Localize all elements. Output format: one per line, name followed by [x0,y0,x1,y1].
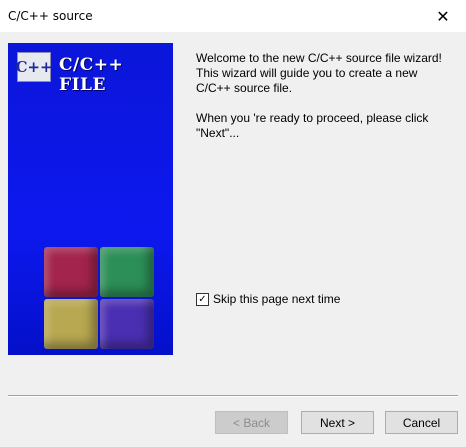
red-cube [44,247,98,297]
green-cube [100,247,154,297]
skip-page-checkbox[interactable]: ✓ [196,292,209,306]
yellow-cube [44,299,98,349]
button-separator [8,395,458,397]
title-bar: C/C++ source ✕ [0,0,466,32]
window-title: C/C++ source [8,9,93,23]
banner-title: C/C++ FILE [59,55,124,95]
back-button[interactable]: < Back [215,411,288,434]
next-button[interactable]: Next > [301,411,374,434]
instruction-message: When you 're ready to proceed, please cl… [196,111,429,140]
welcome-message: Welcome to the new C/C++ source file wiz… [196,51,442,95]
skip-page-label[interactable]: Skip this page next time [213,292,340,306]
wizard-banner-image: C++ C/C++ FILE [8,43,173,355]
welcome-text-block: Welcome to the new C/C++ source file wiz… [196,51,456,156]
cancel-button[interactable]: Cancel [385,411,458,434]
close-button[interactable]: ✕ [420,0,466,32]
close-icon: ✕ [436,6,450,26]
cpp-file-icon: C++ [15,52,53,82]
purple-cube [100,299,154,349]
skip-page-option[interactable]: ✓ Skip this page next time [196,292,340,306]
check-icon: ✓ [198,293,207,305]
wizard-window: C/C++ source ✕ C++ C/C++ FILE Welcome to… [0,0,466,447]
